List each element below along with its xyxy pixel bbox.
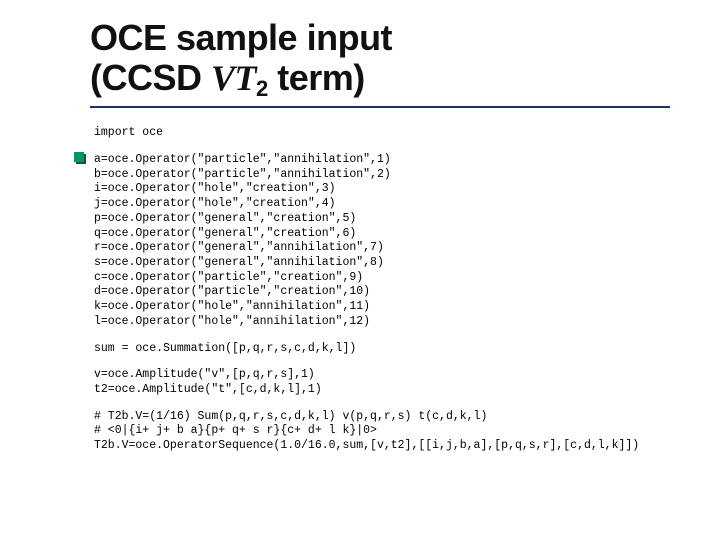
title-underline [90,106,670,108]
title-line-2a: (CCSD [90,57,211,98]
slide: OCE sample input (CCSD VT2 term) import … [0,0,720,540]
title-subscript: 2 [256,76,268,101]
code-import: import oce [94,126,670,141]
title-line-2b: term) [268,57,365,98]
code-summation: sum = oce.Summation([p,q,r,s,c,d,k,l]) [94,342,670,357]
title-line-1: OCE sample input [90,17,392,58]
code-operators: a=oce.Operator("particle","annihilation"… [94,153,670,330]
code-sequence: # T2b.V=(1/16) Sum(p,q,r,s,c,d,k,l) v(p,… [94,410,670,454]
bullet-icon [74,152,84,162]
title-vt: VT [211,58,256,98]
code-block: import oce a=oce.Operator("particle","ann… [94,126,670,454]
slide-title: OCE sample input (CCSD VT2 term) [90,18,670,98]
code-amplitudes: v=oce.Amplitude("v",[p,q,r,s],1) t2=oce.… [94,368,670,397]
